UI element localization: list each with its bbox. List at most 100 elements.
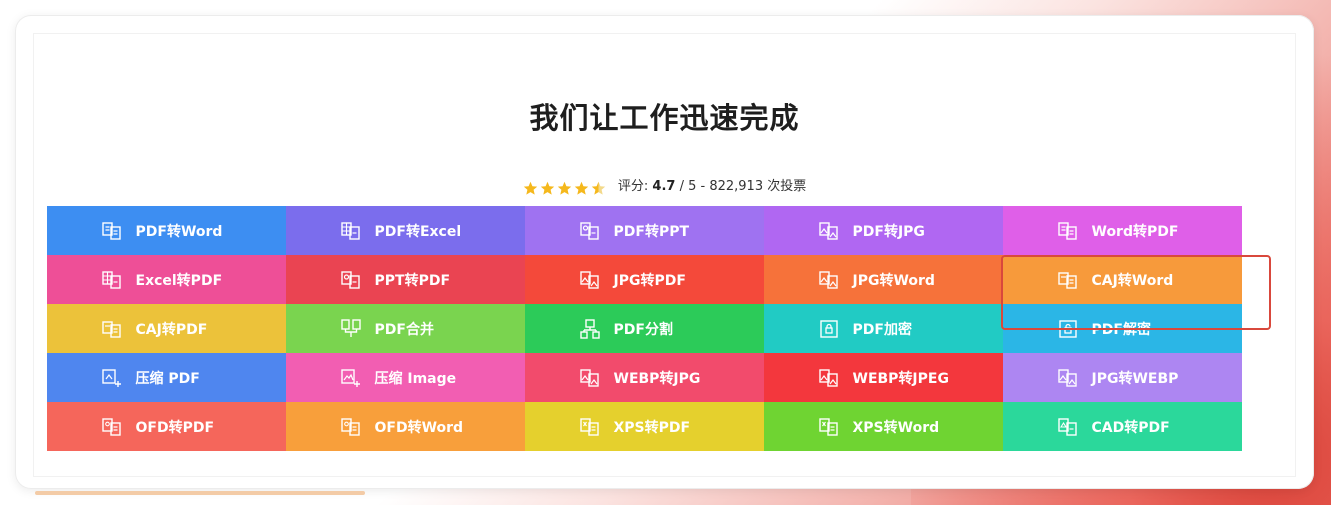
tool-tile-content: WEBP转JPG (579, 368, 710, 388)
caj-convert-icon (101, 319, 122, 339)
tool-tile[interactable]: CAJ转PDF (47, 304, 286, 353)
tool-tile[interactable]: XPS转Word (764, 402, 1003, 451)
tool-tile-label: WEBP转JPG (613, 370, 701, 387)
tool-tile-content: PPT转PDF (340, 270, 471, 290)
unlock-icon (1058, 319, 1078, 339)
tool-tile[interactable]: JPG转Word (764, 255, 1003, 304)
tool-tile[interactable]: WEBP转JPEG (764, 353, 1003, 402)
tool-tile[interactable]: PDF转Word (47, 206, 286, 255)
xps-convert-icon (818, 417, 839, 437)
slides-convert-icon (579, 221, 600, 241)
tool-tile-label: PDF转JPG (852, 223, 925, 240)
rating-label: 评分: (617, 179, 649, 194)
image-convert-icon (818, 368, 839, 388)
tool-tile-content: PDF加密 (819, 319, 949, 339)
tool-tile-content: OFD转Word (340, 417, 471, 437)
tool-tile-content: OFD转PDF (101, 417, 232, 437)
tool-tile-label: CAJ转Word (1091, 272, 1174, 289)
tool-tile-content: JPG转PDF (579, 270, 710, 290)
xps-convert-icon (579, 417, 600, 437)
star-full-icon (540, 181, 555, 196)
rating-stars (523, 181, 608, 196)
accent-line (35, 491, 365, 495)
tool-tile-content: JPG转Word (818, 270, 949, 290)
tool-tile[interactable]: PDF分割 (525, 304, 764, 353)
tool-tile-content: PDF解密 (1058, 319, 1188, 339)
tool-tile-content: PDF转Word (101, 221, 232, 241)
tool-tile-label: WEBP转JPEG (852, 370, 949, 387)
tool-tile-content: XPS转Word (818, 417, 949, 437)
tool-tile-content: CAJ转PDF (101, 319, 232, 339)
star-full-icon (557, 181, 572, 196)
tool-tile-content: Excel转PDF (101, 270, 232, 290)
tool-tile[interactable]: OFD转Word (286, 402, 525, 451)
tool-tile-content: PDF转JPG (818, 221, 949, 241)
image-convert-icon (1057, 368, 1078, 388)
caj-convert-icon (1057, 270, 1078, 290)
tool-tile[interactable]: PDF合并 (286, 304, 525, 353)
tool-tile[interactable]: CAD转PDF (1003, 402, 1242, 451)
tool-tile[interactable]: OFD转PDF (47, 402, 286, 451)
tool-tile-label: Word转PDF (1091, 223, 1179, 240)
merge-icon (340, 318, 361, 339)
tool-tile-content: Word转PDF (1057, 221, 1188, 241)
tool-tile-content: CAJ转Word (1057, 270, 1188, 290)
tool-tile-label: OFD转PDF (135, 419, 215, 436)
tool-tile-content: CAD转PDF (1057, 417, 1188, 437)
tool-tile[interactable]: PDF解密 (1003, 304, 1242, 353)
tool-tile[interactable]: PDF加密 (764, 304, 1003, 353)
compress-image-icon (340, 368, 361, 388)
tool-tile[interactable]: XPS转PDF (525, 402, 764, 451)
tool-tile[interactable]: PDF转Excel (286, 206, 525, 255)
tool-tile-label: CAD转PDF (1091, 419, 1170, 436)
tool-tile[interactable]: JPG转PDF (525, 255, 764, 304)
tool-tile[interactable]: WEBP转JPG (525, 353, 764, 402)
tool-tile-label: PDF转PPT (613, 223, 690, 240)
tool-tile[interactable]: 压缩 Image (286, 353, 525, 402)
image-convert-icon (579, 368, 600, 388)
tool-tile-label: Excel转PDF (135, 272, 223, 289)
tool-tile-label: PDF转Excel (374, 223, 462, 240)
table-convert-icon (340, 221, 361, 241)
tool-tile[interactable]: PDF转PPT (525, 206, 764, 255)
doc-convert-icon (1057, 221, 1078, 241)
tool-tile[interactable]: PDF转JPG (764, 206, 1003, 255)
lock-icon (819, 319, 839, 339)
tool-tile[interactable]: CAJ转Word (1003, 255, 1242, 304)
tool-tile-label: JPG转PDF (613, 272, 686, 289)
tool-grid: PDF转Word PDF转Excel PDF转PPT PDF转JPG Word转PDF E… (47, 206, 1242, 451)
image-convert-icon (818, 270, 839, 290)
tool-tile-label: JPG转Word (852, 272, 935, 289)
tool-tile[interactable]: Word转PDF (1003, 206, 1242, 255)
doc-convert-icon (101, 221, 122, 241)
tool-tile-content: JPG转WEBP (1057, 368, 1188, 388)
tool-tile[interactable]: PPT转PDF (286, 255, 525, 304)
table-convert-icon (101, 270, 122, 290)
tool-tile-content: 压缩 PDF (101, 368, 232, 388)
ofd-convert-icon (340, 417, 361, 437)
tool-tile-label: XPS转PDF (613, 419, 691, 436)
tool-tile[interactable]: JPG转WEBP (1003, 353, 1242, 402)
tool-tile-label: PDF分割 (613, 321, 673, 338)
tool-tile-label: PDF合并 (374, 321, 434, 338)
tool-tile-label: PDF转Word (135, 223, 223, 240)
star-full-icon (574, 181, 589, 196)
tool-tile[interactable]: Excel转PDF (47, 255, 286, 304)
tool-tile-label: CAJ转PDF (135, 321, 208, 338)
cad-convert-icon (1057, 417, 1078, 437)
compress-icon (101, 368, 122, 388)
tool-tile-label: PDF加密 (852, 321, 912, 338)
tool-tile-label: XPS转Word (852, 419, 940, 436)
image-convert-icon (579, 270, 600, 290)
page-title: 我们让工作迅速完成 (529, 101, 800, 135)
tool-tile-label: 压缩 Image (374, 370, 457, 387)
tool-tile-label: PDF解密 (1091, 321, 1151, 338)
image-convert-icon (818, 221, 839, 241)
tool-tile-label: OFD转Word (374, 419, 464, 436)
split-icon (579, 318, 600, 339)
tool-tile-content: PDF合并 (340, 318, 471, 339)
star-half-icon (591, 181, 606, 196)
slides-convert-icon (340, 270, 361, 290)
tool-tile-label: JPG转WEBP (1091, 370, 1179, 387)
tool-tile[interactable]: 压缩 PDF (47, 353, 286, 402)
